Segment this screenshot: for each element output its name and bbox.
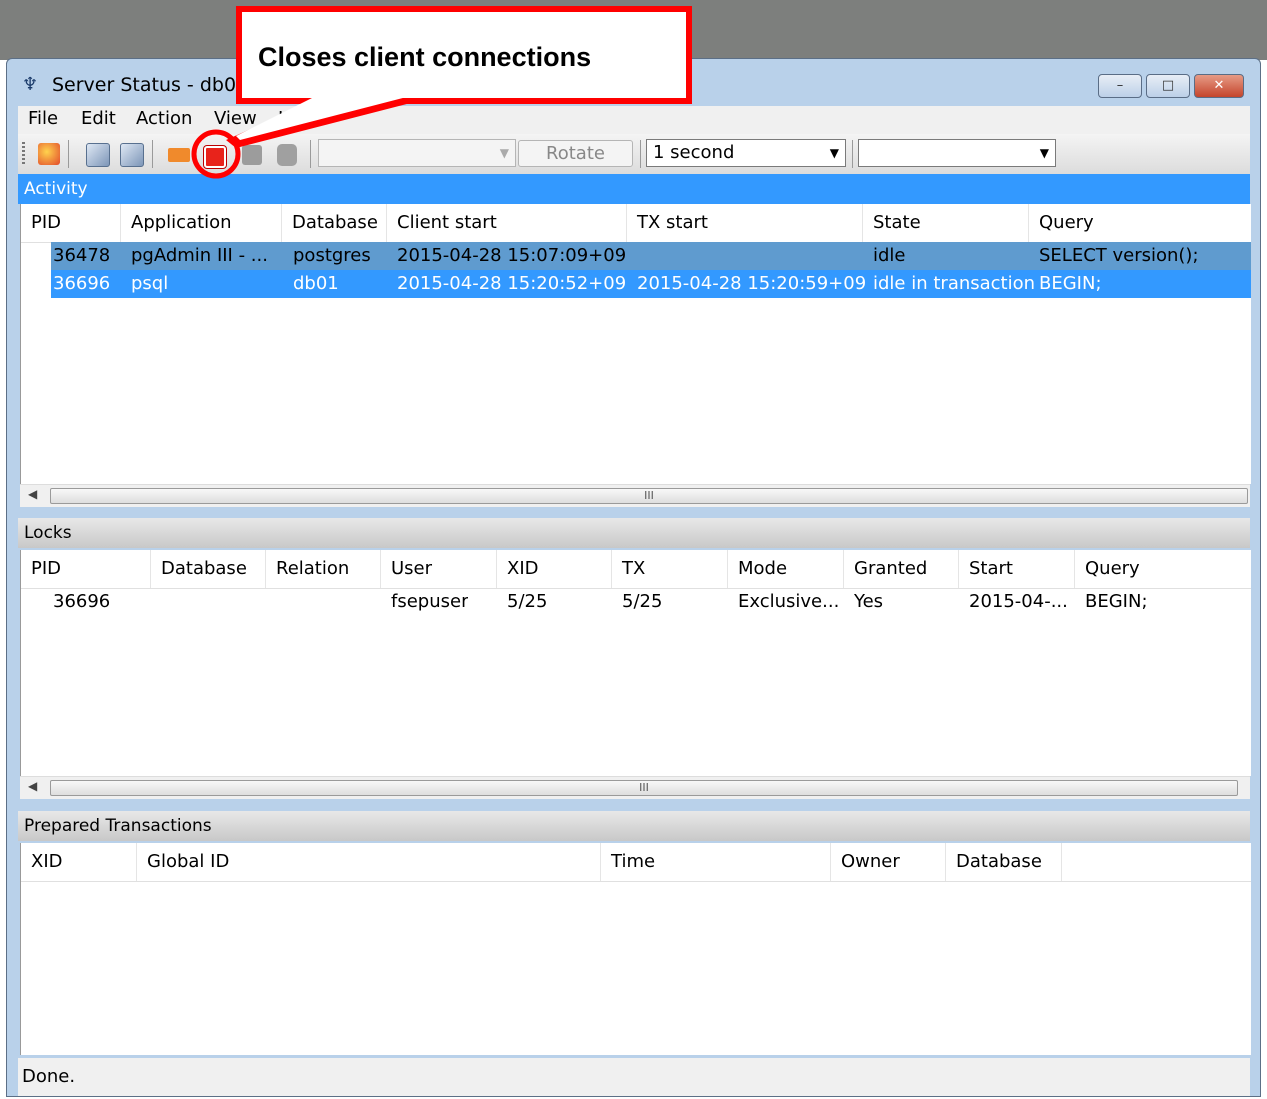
cell-query: BEGIN; bbox=[1085, 591, 1148, 612]
col-query[interactable]: Query bbox=[1029, 204, 1251, 242]
col-pid[interactable]: PID bbox=[21, 550, 151, 588]
col-user[interactable]: User bbox=[381, 550, 497, 588]
scroll-left-icon[interactable]: ◀ bbox=[28, 487, 37, 501]
activity-row[interactable]: 36478 pgAdmin III - ... postgres 2015-04… bbox=[51, 242, 1251, 270]
col-time[interactable]: Time bbox=[601, 843, 831, 881]
prepared-column-headers: XID Global ID Time Owner Database bbox=[21, 843, 1251, 882]
rotate-button[interactable]: Rotate bbox=[518, 140, 633, 167]
chevron-down-icon: ▼ bbox=[829, 146, 839, 160]
cell-pid: 36696 bbox=[53, 591, 111, 612]
toolbar: ▼ Rotate 1 second ▼ ▼ bbox=[18, 134, 1250, 174]
cell-granted: Yes bbox=[854, 591, 884, 612]
col-relation[interactable]: Relation bbox=[266, 550, 381, 588]
logfile-combo[interactable]: ▼ bbox=[318, 139, 516, 167]
toolbar-separator bbox=[640, 140, 641, 168]
cell-client-start: 2015-04-28 15:07:09+09 bbox=[397, 245, 627, 266]
col-owner[interactable]: Owner bbox=[831, 843, 946, 881]
cell-start: 2015-04-... bbox=[969, 591, 1068, 612]
cell-application-name: pgAdmin III - ... bbox=[131, 245, 268, 266]
toolbar-separator bbox=[152, 140, 153, 168]
cancel-query-icon[interactable] bbox=[168, 148, 190, 162]
activity-list[interactable]: PID Application name Database Client sta… bbox=[20, 204, 1251, 484]
copy-query-icon[interactable] bbox=[120, 143, 144, 167]
callout-text: Closes client connections bbox=[258, 42, 592, 72]
cell-database: postgres bbox=[293, 245, 371, 266]
menu-file[interactable]: File bbox=[28, 108, 58, 129]
cell-state: idle in transaction bbox=[873, 273, 1036, 294]
cell-pid: 36696 bbox=[53, 273, 111, 294]
cell-database: db01 bbox=[293, 273, 339, 294]
scroll-thumb[interactable]: III bbox=[50, 488, 1248, 504]
locks-column-headers: PID Database Relation User XID TX Mode G… bbox=[21, 550, 1251, 589]
scroll-left-icon[interactable]: ◀ bbox=[28, 779, 37, 793]
cell-mode: Exclusive... bbox=[738, 591, 840, 612]
cell-client-start: 2015-04-28 15:20:52+09 bbox=[397, 273, 627, 294]
refresh-rate-value: 1 second bbox=[653, 142, 735, 163]
col-global-id[interactable]: Global ID bbox=[137, 843, 601, 881]
col-mode[interactable]: Mode bbox=[728, 550, 844, 588]
activity-header[interactable]: Activity bbox=[18, 174, 1250, 204]
highlight-combo[interactable]: ▼ bbox=[858, 139, 1056, 167]
col-tx[interactable]: TX bbox=[612, 550, 728, 588]
toolbar-separator bbox=[852, 140, 853, 168]
locks-list[interactable]: PID Database Relation User XID TX Mode G… bbox=[20, 550, 1251, 776]
col-tx-start[interactable]: TX start bbox=[627, 204, 863, 242]
col-xid[interactable]: XID bbox=[497, 550, 612, 588]
cell-state: idle bbox=[873, 245, 906, 266]
cell-xid: 5/25 bbox=[507, 591, 548, 612]
col-pid[interactable]: PID bbox=[21, 204, 121, 242]
menu-action[interactable]: Action bbox=[136, 108, 192, 129]
close-button[interactable]: ✕ bbox=[1194, 74, 1244, 98]
toolbar-grip[interactable] bbox=[22, 142, 25, 166]
terminate-backend-icon[interactable] bbox=[204, 146, 226, 168]
toolbar-separator bbox=[310, 140, 311, 168]
refresh-rate-combo[interactable]: 1 second ▼ bbox=[646, 139, 846, 167]
toolbar-separator bbox=[68, 140, 69, 168]
status-bar: Done. bbox=[18, 1058, 1250, 1096]
activity-column-headers: PID Application name Database Client sta… bbox=[21, 204, 1251, 271]
cell-tx: 5/25 bbox=[622, 591, 663, 612]
cell-user: fsepuser bbox=[391, 591, 469, 612]
prepared-transactions-list[interactable]: XID Global ID Time Owner Database bbox=[20, 843, 1251, 1055]
refresh-icon[interactable] bbox=[38, 143, 60, 165]
menu-help[interactable]: Help bbox=[278, 108, 319, 129]
col-database[interactable]: Database bbox=[151, 550, 266, 588]
col-application-name[interactable]: Application name bbox=[121, 204, 282, 271]
prepared-transactions-header[interactable]: Prepared Transactions bbox=[18, 811, 1250, 841]
col-client-start[interactable]: Client start bbox=[387, 204, 627, 242]
menu-edit[interactable]: Edit bbox=[81, 108, 116, 129]
window-title: Server Status - db01 bbox=[52, 74, 249, 96]
activity-row[interactable]: 36696 psql db01 2015-04-28 15:20:52+09 2… bbox=[51, 270, 1251, 298]
cell-query: BEGIN; bbox=[1039, 273, 1102, 294]
menu-view[interactable]: View bbox=[214, 108, 257, 129]
activity-hscrollbar[interactable]: ◀ III bbox=[20, 484, 1250, 507]
col-database[interactable]: Database bbox=[946, 843, 1062, 881]
locks-hscrollbar[interactable]: ◀ III bbox=[20, 776, 1250, 799]
locks-header[interactable]: Locks bbox=[18, 518, 1250, 548]
minimize-button[interactable]: – bbox=[1098, 74, 1142, 98]
col-database[interactable]: Database bbox=[282, 204, 387, 242]
col-granted[interactable]: Granted bbox=[844, 550, 959, 588]
callout-box: Closes client connections bbox=[236, 6, 692, 104]
cell-tx-start: 2015-04-28 15:20:59+09 bbox=[637, 273, 867, 294]
col-query[interactable]: Query bbox=[1075, 550, 1251, 588]
locks-row[interactable]: 36696 fsepuser 5/25 5/25 Exclusive... Ye… bbox=[21, 588, 1251, 616]
cell-query: SELECT version(); bbox=[1039, 245, 1199, 266]
chevron-down-icon: ▼ bbox=[1039, 146, 1049, 160]
maximize-button[interactable]: □ bbox=[1146, 74, 1190, 98]
chevron-down-icon: ▼ bbox=[499, 146, 509, 160]
pgadmin-elephant-icon: ♆ bbox=[22, 74, 39, 95]
col-start[interactable]: Start bbox=[959, 550, 1075, 588]
col-state[interactable]: State bbox=[863, 204, 1029, 242]
commit-prepared-icon[interactable] bbox=[242, 145, 262, 165]
cell-pid: 36478 bbox=[53, 245, 111, 266]
col-xid[interactable]: XID bbox=[21, 843, 137, 881]
rollback-prepared-icon[interactable] bbox=[277, 144, 297, 166]
cell-application-name: psql bbox=[131, 273, 169, 294]
menu-bar: File Edit Action View Help bbox=[18, 106, 1250, 134]
copy-icon[interactable] bbox=[86, 143, 110, 167]
scroll-thumb[interactable]: III bbox=[50, 780, 1238, 796]
